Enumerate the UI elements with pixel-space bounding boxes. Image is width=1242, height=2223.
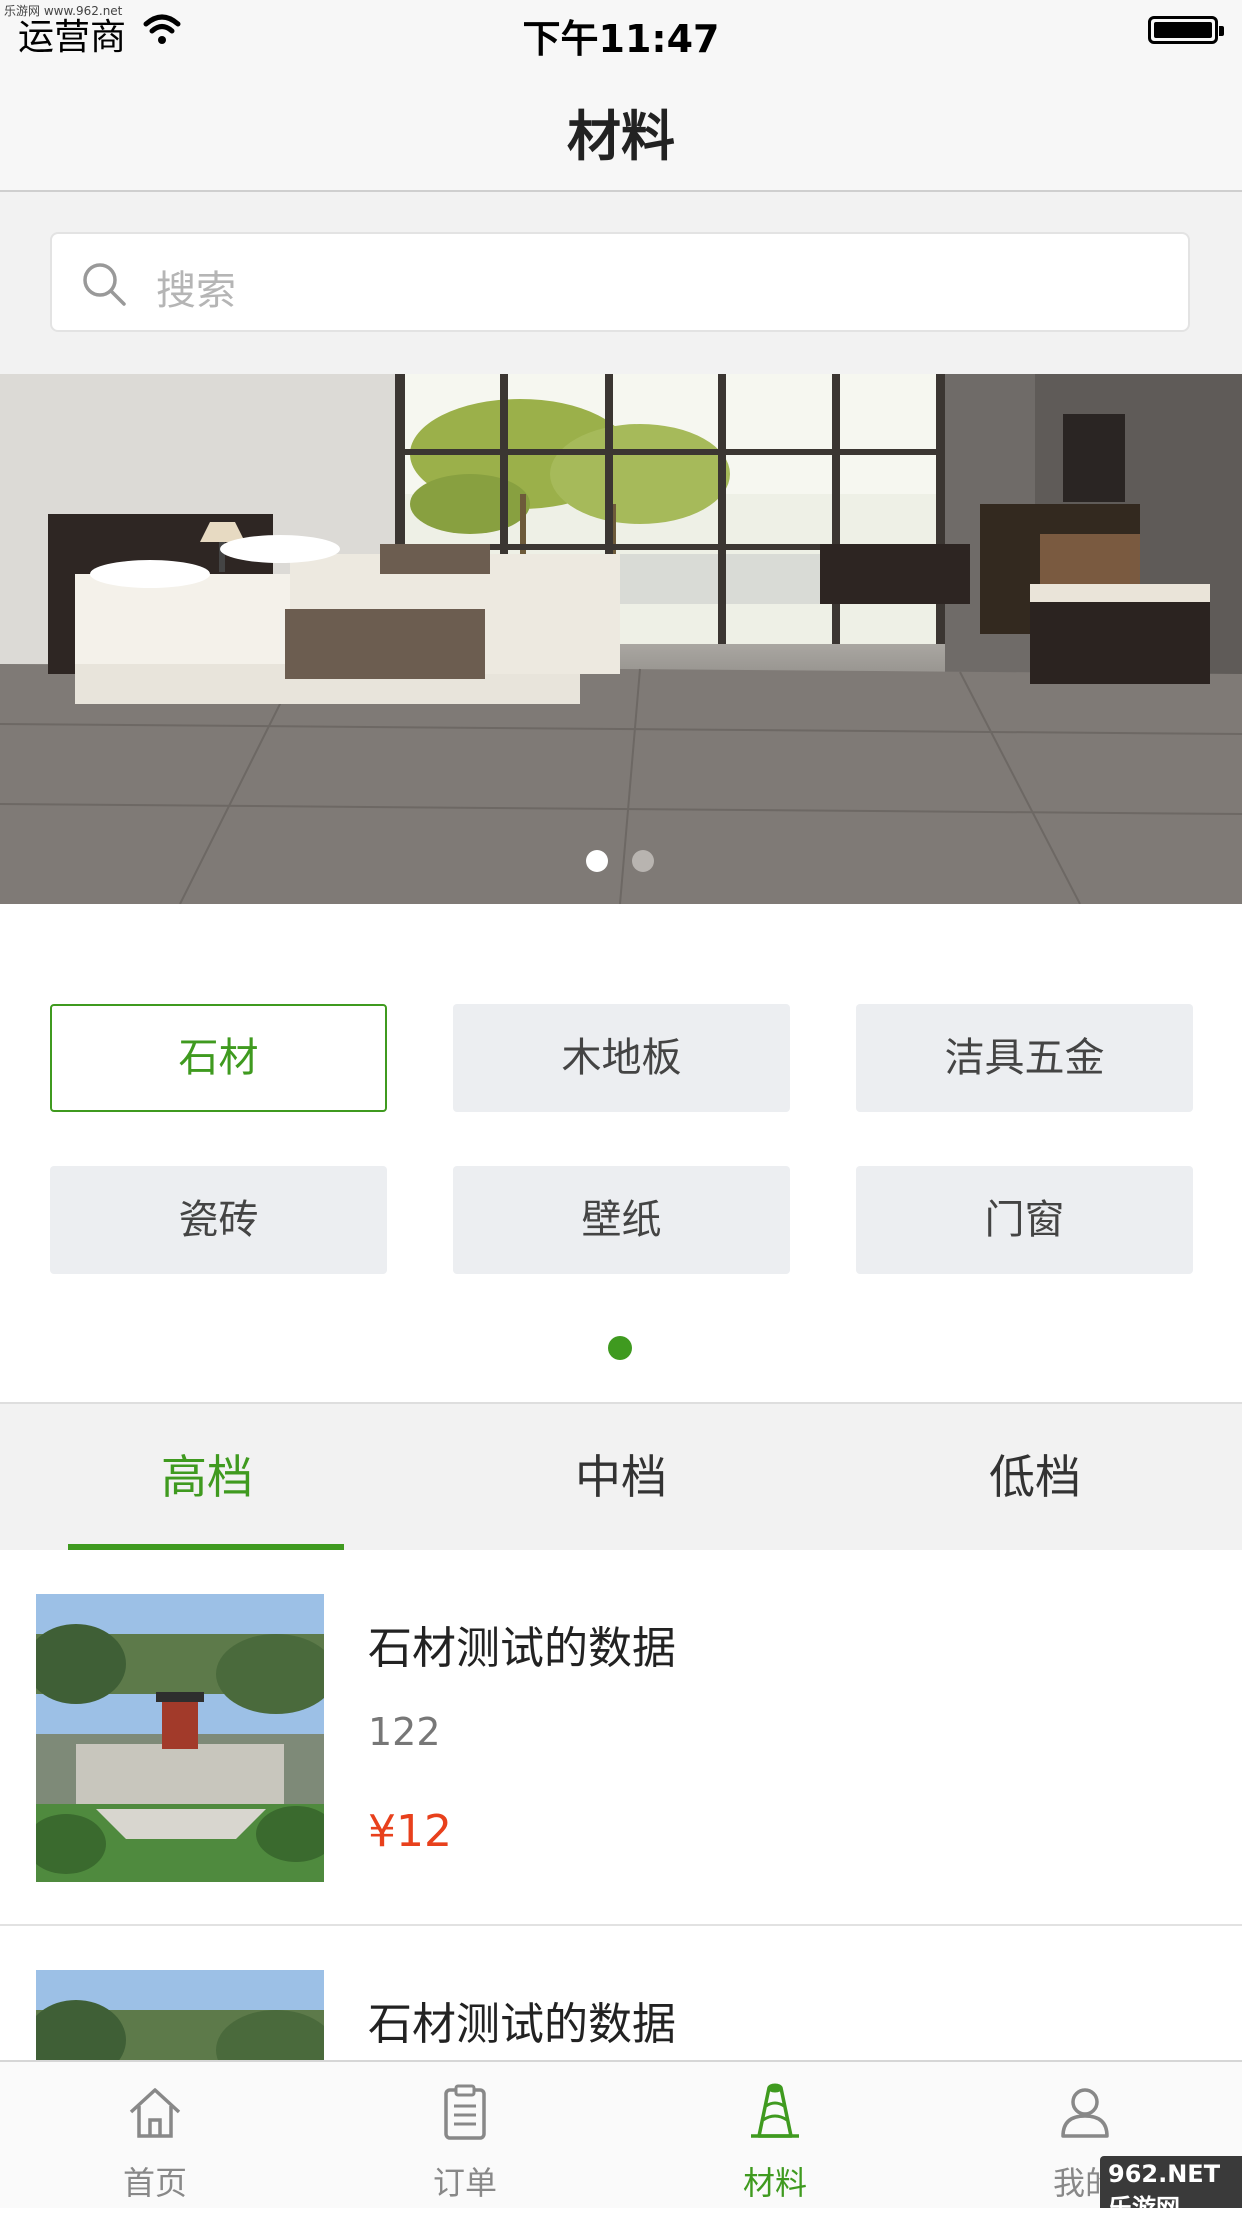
- page-title: 材料: [567, 105, 675, 168]
- search-placeholder: 搜索: [156, 268, 236, 314]
- search-input[interactable]: 搜索: [50, 232, 1190, 332]
- category-button-tile[interactable]: 瓷砖: [50, 1166, 387, 1274]
- search-icon: [83, 263, 126, 306]
- bottom-tab-bar: 首页 订单 材料 我的: [0, 2060, 1242, 2208]
- banner-pagination[interactable]: [586, 850, 656, 874]
- tab-high-grade[interactable]: 高档: [0, 1404, 414, 1550]
- banner-carousel[interactable]: [0, 374, 1242, 904]
- bottom-tab-orders[interactable]: 订单: [310, 2062, 620, 2208]
- materials-icon: [751, 2083, 799, 2138]
- category-button-stone[interactable]: 石材: [50, 1004, 387, 1112]
- status-bar: 乐游网 www.962.net 运营商 下午11:47: [0, 0, 1242, 61]
- list-item[interactable]: 石材测试的数据 122 ¥12: [0, 1550, 1242, 1926]
- banner-dot[interactable]: [632, 850, 654, 872]
- product-thumbnail: [36, 1594, 324, 1882]
- category-button-sanitary[interactable]: 洁具五金: [856, 1004, 1193, 1112]
- category-button-doors-windows[interactable]: 门窗: [856, 1166, 1193, 1274]
- search-section: 搜索: [0, 192, 1242, 374]
- product-thumbnail: [36, 1970, 324, 2060]
- bottom-tab-materials[interactable]: 材料: [620, 2062, 930, 2208]
- bottom-tab-label: 订单: [432, 2164, 497, 2202]
- home-icon: [129, 2088, 181, 2138]
- list-item[interactable]: 石材测试的数据: [0, 1926, 1242, 2060]
- tab-mid-grade[interactable]: 中档: [414, 1404, 828, 1550]
- watermark-logo: 962.NET 乐游网: [1100, 2156, 1242, 2222]
- product-description: 122: [368, 1710, 441, 1754]
- category-page-dot: [608, 1336, 632, 1360]
- category-grid: 石材 木地板 洁具五金 瓷砖 壁纸 门窗: [0, 904, 1242, 1402]
- bottom-tab-label: 材料: [742, 2164, 807, 2202]
- user-icon: [1061, 2088, 1109, 2138]
- category-button-wood-floor[interactable]: 木地板: [453, 1004, 790, 1112]
- battery-icon: [1148, 16, 1224, 44]
- product-price: ¥12: [368, 1806, 452, 1857]
- clipboard-icon: [444, 2084, 486, 2140]
- banner-image: [0, 374, 1242, 904]
- status-time: 下午11:47: [522, 17, 720, 61]
- product-name: 石材测试的数据: [368, 1999, 676, 2050]
- banner-dot-active[interactable]: [586, 850, 608, 872]
- product-name: 石材测试的数据: [368, 1623, 676, 1674]
- bottom-tab-home[interactable]: 首页: [0, 2062, 310, 2208]
- category-button-wallpaper[interactable]: 壁纸: [453, 1166, 790, 1274]
- tab-low-grade[interactable]: 低档: [828, 1404, 1242, 1550]
- product-list: 石材测试的数据 122 ¥12 石材测试的数据: [0, 1550, 1242, 2060]
- navigation-bar: 材料: [0, 60, 1242, 192]
- watermark-logo-text: 962.NET 乐游网: [1108, 2160, 1221, 2222]
- grade-tab-bar: 高档 中档 低档: [0, 1402, 1242, 1550]
- bottom-tab-label: 首页: [122, 2164, 187, 2202]
